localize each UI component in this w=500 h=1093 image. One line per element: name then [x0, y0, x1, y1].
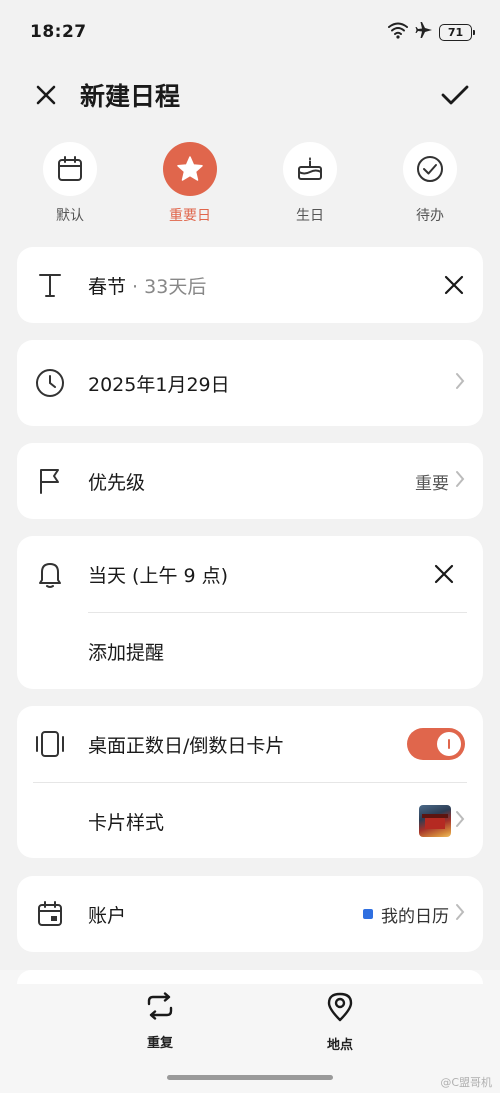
reminder-card: 当天 (上午 9 点) 添加提醒	[17, 536, 483, 689]
next-card-peek	[17, 970, 483, 984]
card-style-thumbnail	[419, 805, 451, 837]
star-icon	[163, 142, 217, 196]
title-value: 春节	[88, 275, 127, 298]
status-time: 18:27	[30, 22, 87, 42]
reminder-row[interactable]: 当天 (上午 9 点)	[17, 536, 483, 612]
location-icon	[326, 992, 354, 1026]
event-type-selector: 默认 重要日 生日 待办	[0, 142, 500, 232]
title-separator: ·	[126, 275, 145, 298]
clock-icon	[33, 368, 67, 398]
clear-title-icon[interactable]	[443, 274, 465, 296]
priority-row[interactable]: 优先级 重要	[17, 443, 483, 519]
add-reminder-row[interactable]: 添加提醒	[17, 613, 483, 689]
watermark: @C盟哥机	[440, 1076, 492, 1089]
wifi-icon	[387, 21, 409, 43]
repeat-icon	[144, 992, 176, 1024]
status-bar: 18:27 71	[0, 0, 500, 64]
date-value: 2025年1月29日	[88, 373, 230, 396]
chevron-right-icon	[455, 470, 465, 492]
type-important-day[interactable]: 重要日	[140, 142, 240, 232]
home-indicator[interactable]	[167, 1075, 333, 1080]
phone-widget-icon	[33, 729, 67, 759]
title-field[interactable]: 春节 · 33天后	[88, 272, 443, 299]
type-label: 默认	[56, 208, 84, 224]
card-style-label: 卡片样式	[88, 811, 165, 834]
bottom-actions: 重复 地点	[0, 992, 500, 1053]
priority-card: 优先级 重要	[17, 443, 483, 519]
card-style-row[interactable]: 卡片样式	[17, 783, 483, 859]
text-icon	[33, 271, 67, 299]
widget-toggle[interactable]	[407, 728, 465, 760]
close-icon[interactable]	[34, 83, 58, 107]
bell-icon	[33, 559, 67, 589]
priority-value: 重要	[415, 473, 449, 494]
flag-icon	[33, 467, 67, 495]
remove-reminder-icon[interactable]	[433, 563, 455, 585]
widget-label: 桌面正数日/倒数日卡片	[88, 734, 285, 757]
toggle-knob	[437, 732, 461, 756]
account-label: 账户	[88, 904, 127, 927]
type-default[interactable]: 默认	[20, 142, 120, 232]
title-bar: 新建日程	[0, 70, 500, 120]
date-card: 2025年1月29日	[17, 340, 483, 426]
repeat-button[interactable]: 重复	[120, 992, 200, 1053]
type-label: 重要日	[169, 208, 211, 224]
widget-row: 桌面正数日/倒数日卡片	[17, 706, 483, 782]
status-icons: 71	[387, 21, 475, 43]
battery-indicator: 71	[439, 23, 475, 41]
date-row[interactable]: 2025年1月29日	[17, 340, 483, 426]
location-label: 地点	[326, 1038, 353, 1053]
location-button[interactable]: 地点	[300, 992, 380, 1053]
type-birthday[interactable]: 生日	[260, 142, 360, 232]
account-row[interactable]: 账户 我的日历	[17, 876, 483, 952]
chevron-right-icon	[455, 903, 465, 925]
check-circle-icon	[403, 142, 457, 196]
chevron-right-icon	[455, 372, 465, 394]
cake-icon	[283, 142, 337, 196]
account-card: 账户 我的日历	[17, 876, 483, 952]
title-row[interactable]: 春节 · 33天后	[17, 247, 483, 323]
check-icon[interactable]	[440, 83, 470, 107]
repeat-label: 重复	[146, 1036, 173, 1051]
add-reminder-button[interactable]: 添加提醒	[88, 638, 465, 665]
account-color-dot	[363, 909, 373, 919]
calendar-account-icon	[33, 900, 67, 928]
type-label: 待办	[416, 208, 444, 224]
airplane-icon	[415, 21, 433, 43]
account-value: 我的日历	[381, 906, 449, 927]
type-todo[interactable]: 待办	[380, 142, 480, 232]
page-title: 新建日程	[80, 82, 181, 111]
calendar-icon	[43, 142, 97, 196]
priority-label: 优先级	[88, 471, 146, 494]
chevron-right-icon	[455, 810, 465, 832]
reminder-value: 当天 (上午 9 点)	[88, 564, 229, 587]
type-label: 生日	[296, 208, 324, 224]
countdown-text: 33天后	[144, 275, 207, 298]
widget-card: 桌面正数日/倒数日卡片 卡片样式	[17, 706, 483, 858]
title-card: 春节 · 33天后	[17, 247, 483, 323]
